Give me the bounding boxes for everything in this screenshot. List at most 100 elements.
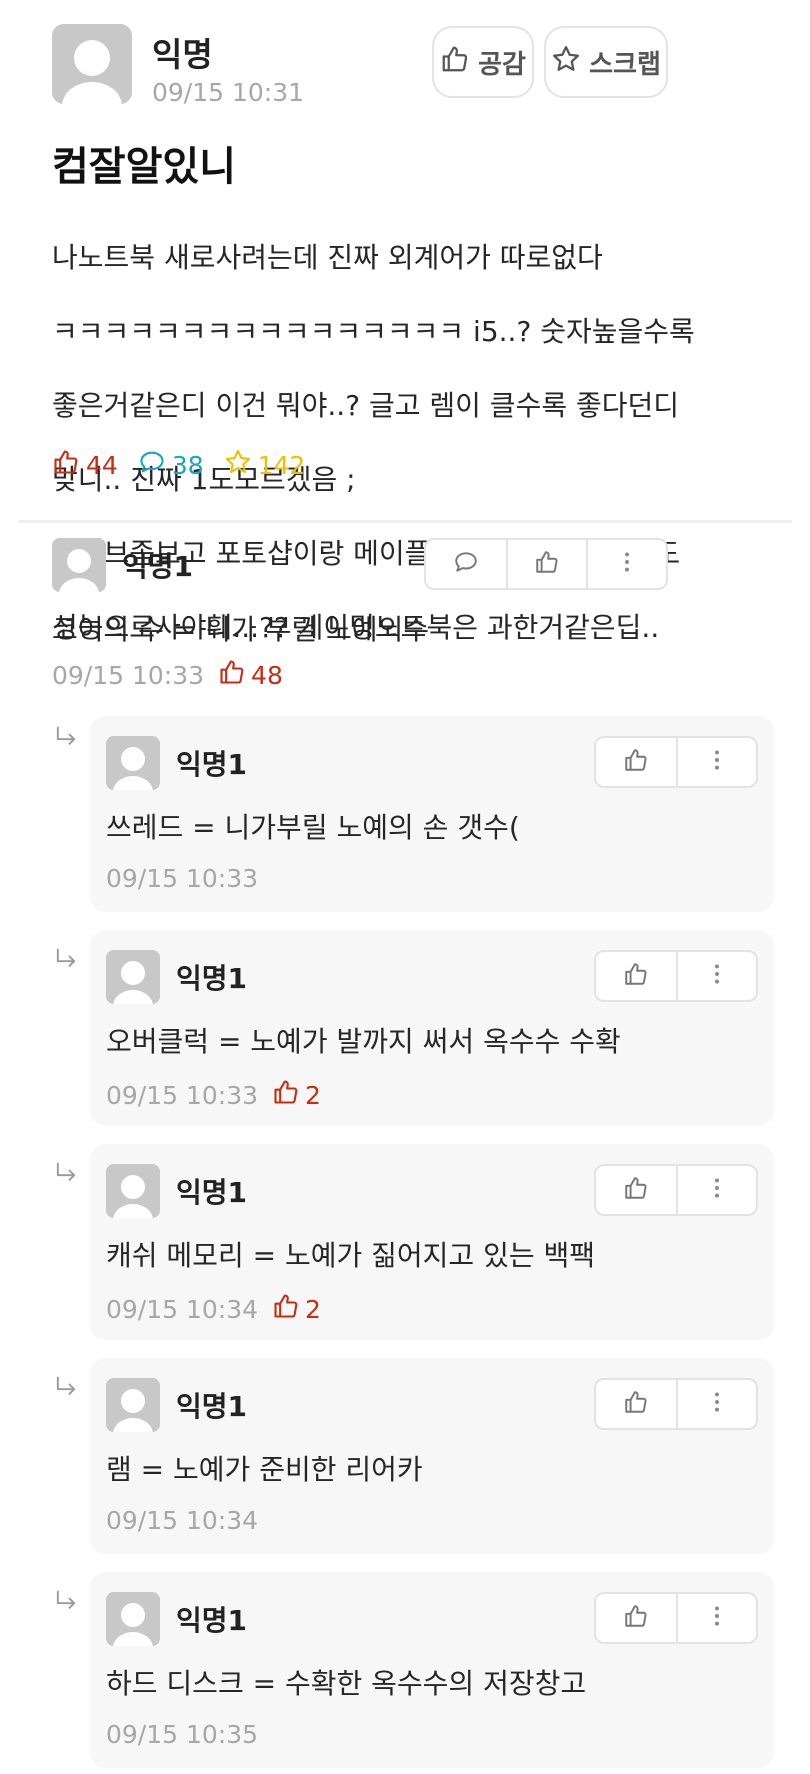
like-button[interactable]	[596, 1380, 676, 1428]
thumbs-up-icon	[623, 1603, 649, 1633]
reply-actions	[594, 950, 758, 1002]
empathy-label: 공감	[478, 49, 526, 80]
empathy-button[interactable]: 공감	[432, 26, 534, 98]
comment-count-value: 38	[171, 450, 204, 480]
reply-arrow-icon	[52, 946, 80, 974]
scrap-button[interactable]: 스크랩	[544, 26, 668, 98]
post-body-line: 나노트북 새로사려는데 진짜 외계어가 따로없다	[52, 241, 603, 274]
like-button[interactable]	[596, 952, 676, 1000]
thumbs-up-icon	[272, 1292, 300, 1326]
more-button[interactable]	[586, 540, 666, 588]
reply-meta: 09/15 10:33 2	[106, 1078, 321, 1112]
reply-time: 09/15 10:34	[106, 1506, 259, 1535]
thumbs-up-icon	[534, 549, 560, 579]
thumbs-up-icon	[623, 961, 649, 991]
reply-arrow-icon	[52, 724, 80, 752]
reply-meta: 09/15 10:34 2	[106, 1292, 321, 1326]
article-page: 익명 09/15 10:31 공감 스크랩 컴잘알있니 나노트북 새로사려는데 …	[0, 0, 810, 1774]
reply-like-count: 2	[272, 1078, 321, 1112]
reply-like-value: 2	[305, 1294, 321, 1324]
more-button[interactable]	[676, 952, 756, 1000]
reply-text: 램 = 노예가 준비한 리어카	[106, 1453, 423, 1486]
thumbs-up-icon	[623, 747, 649, 777]
comment-text: 코어의 수 = 니가 부릴 노예의수	[52, 613, 430, 646]
reply: 익명1 쓰레드 = 니가부릴 노예의 손 갯수( 09/15 10:33	[90, 716, 774, 912]
avatar	[106, 1592, 160, 1646]
reply-meta: 09/15 10:34	[106, 1506, 258, 1535]
like-count: 44	[52, 448, 118, 482]
reply-arrow-icon	[52, 1588, 80, 1616]
avatar	[106, 736, 160, 790]
reply-time: 09/15 10:33	[106, 1080, 259, 1110]
post: 익명 09/15 10:31 공감 스크랩 컴잘알있니 나노트북 새로사려는데 …	[0, 0, 810, 644]
thumbs-up-icon	[623, 1389, 649, 1419]
avatar	[106, 1164, 160, 1218]
reply-author: 익명1	[176, 748, 248, 781]
post-stats: 44 38 142	[52, 448, 325, 482]
thumbs-up-icon	[52, 448, 80, 482]
like-button[interactable]	[506, 540, 586, 588]
more-vertical-icon	[614, 549, 640, 579]
more-vertical-icon	[704, 961, 730, 991]
reply-meta: 09/15 10:35	[106, 1720, 258, 1749]
reply: 익명1 캐쉬 메모리 = 노예가 짊어지고 있는 백팩 09/15 10:34 …	[90, 1144, 774, 1340]
more-button[interactable]	[676, 1166, 756, 1214]
more-button[interactable]	[676, 1594, 756, 1642]
reply-actions	[594, 1378, 758, 1430]
reply-text: 오버클럭 = 노예가 발까지 써서 옥수수 수확	[106, 1025, 621, 1058]
comment-like-count: 48	[218, 658, 283, 692]
avatar	[52, 538, 106, 592]
star-icon	[551, 44, 581, 81]
avatar	[106, 950, 160, 1004]
more-vertical-icon	[704, 1175, 730, 1205]
star-icon	[224, 448, 252, 482]
reply-actions	[594, 1164, 758, 1216]
reply-author: 익명1	[176, 1604, 248, 1637]
avatar	[52, 24, 132, 104]
post-author: 익명	[152, 35, 213, 74]
comment-count: 38	[138, 448, 204, 482]
thumbs-up-icon	[272, 1078, 300, 1112]
comment: 익명1 코어의 수 = 니가 부릴 노예의수 09/15 10:33 48	[0, 530, 810, 700]
thumbs-up-icon	[623, 1175, 649, 1205]
more-vertical-icon	[704, 1603, 730, 1633]
reply-text: 캐쉬 메모리 = 노예가 짊어지고 있는 백팩	[106, 1239, 596, 1272]
reply-time: 09/15 10:35	[106, 1720, 259, 1749]
post-title: 컴잘알있니	[52, 144, 236, 190]
reply-button[interactable]	[426, 540, 506, 588]
more-button[interactable]	[676, 738, 756, 786]
reply-author: 익명1	[176, 962, 248, 995]
reply: 익명1 하드 디스크 = 수확한 옥수수의 저장창고 09/15 10:35	[90, 1572, 774, 1768]
divider	[18, 520, 792, 523]
thumbs-up-icon	[440, 44, 470, 81]
more-vertical-icon	[704, 1389, 730, 1419]
like-button[interactable]	[596, 1166, 676, 1214]
reply-meta: 09/15 10:33	[106, 864, 258, 893]
comment-author: 익명1	[122, 550, 194, 583]
like-button[interactable]	[596, 1594, 676, 1642]
reply-arrow-icon	[52, 1374, 80, 1402]
post-body-line: 좋은거같은디 이건 뭐야..? 글고 렘이 클수록 좋다던디	[52, 389, 680, 422]
comment-like-value: 48	[251, 660, 283, 690]
post-time: 09/15 10:31	[152, 78, 305, 107]
comment-actions	[424, 538, 668, 590]
reply-like-value: 2	[305, 1080, 321, 1110]
reply-text: 쓰레드 = 니가부릴 노예의 손 갯수(	[106, 811, 520, 844]
post-body-line: ㅋㅋㅋㅋㅋㅋㅋㅋㅋㅋㅋㅋㅋㅋㅋㅋ i5..? 숫자높을수록	[52, 315, 695, 348]
reply-time: 09/15 10:34	[106, 1294, 259, 1324]
like-count-value: 44	[86, 450, 118, 480]
more-button[interactable]	[676, 1380, 756, 1428]
scrap-count: 142	[224, 448, 305, 482]
scrap-label: 스크랩	[589, 49, 661, 80]
avatar	[106, 1378, 160, 1432]
like-button[interactable]	[596, 738, 676, 786]
reply-author: 익명1	[176, 1176, 248, 1209]
thumbs-up-icon	[218, 658, 246, 692]
reply: 익명1 램 = 노예가 준비한 리어카 09/15 10:34	[90, 1358, 774, 1554]
reply-author: 익명1	[176, 1390, 248, 1423]
comment-meta: 09/15 10:33 48	[52, 658, 283, 692]
speech-bubble-icon	[453, 549, 479, 579]
reply-arrow-icon	[52, 1160, 80, 1188]
more-vertical-icon	[704, 747, 730, 777]
reply-time: 09/15 10:33	[106, 864, 259, 893]
